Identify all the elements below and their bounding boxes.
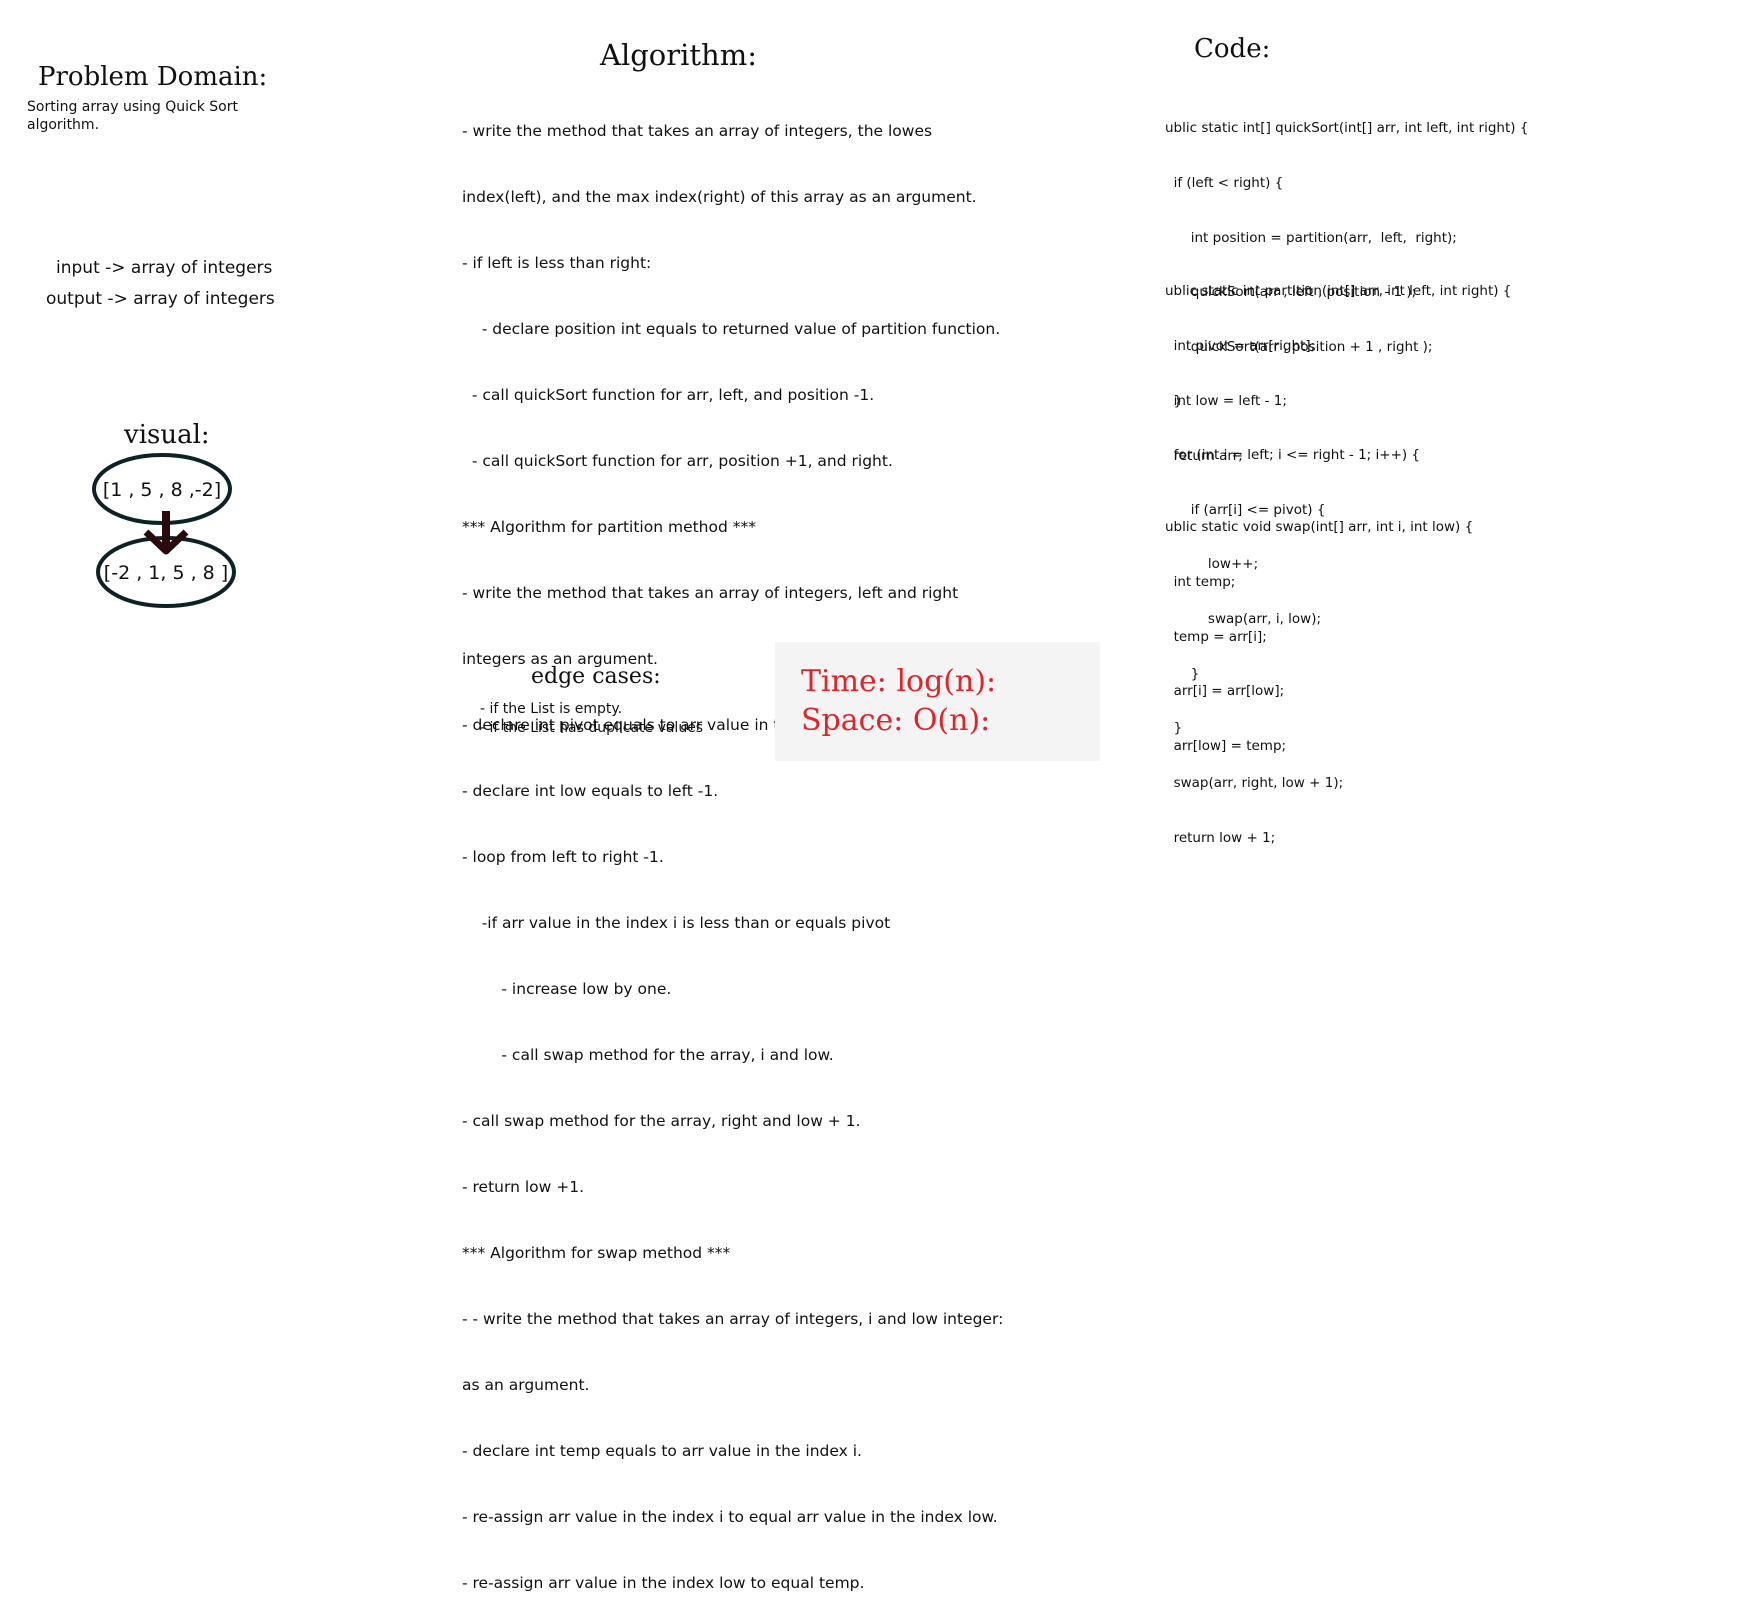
algorithm-line: - increase low by one. xyxy=(462,980,672,998)
code-line: ublic static int[] quickSort(int[] arr, … xyxy=(1165,120,1529,137)
algorithm-title: Algorithm: xyxy=(600,38,757,72)
code-line: int temp; xyxy=(1165,574,1236,591)
algorithm-line: *** Algorithm for partition method *** xyxy=(462,518,757,536)
edge-cases-title: edge cases: xyxy=(531,664,661,689)
algorithm-line: - write the method that takes an array o… xyxy=(462,122,933,140)
description-line: algorithm. xyxy=(27,117,100,133)
down-arrow-icon xyxy=(143,511,189,555)
algorithm-line: - - write the method that takes an array… xyxy=(462,1310,1004,1328)
algorithm-line: - declare int temp equals to arr value i… xyxy=(462,1442,862,1460)
algorithm-line: - loop from left to right -1. xyxy=(462,848,664,866)
edge-case-item: - if the List has duplicate values xyxy=(480,720,704,736)
algorithm-line: -if arr value in the index i is less tha… xyxy=(462,914,891,932)
code-line: ublic static int partition(int[] arr, in… xyxy=(1165,283,1512,300)
code-line: arr[low] = temp; xyxy=(1165,737,1287,754)
algorithm-line: index(left), and the max index(right) of… xyxy=(462,188,977,206)
input-description: input -> array of integers xyxy=(56,258,273,278)
algorithm-line: - if left is less than right: xyxy=(462,254,652,272)
code-line: if (left < right) { xyxy=(1165,175,1284,192)
algorithm-steps: - write the method that takes an array o… xyxy=(462,76,1003,1616)
code-line: return low + 1; xyxy=(1165,829,1276,846)
time-complexity: Time: log(n): xyxy=(801,664,997,699)
algorithm-line: *** Algorithm for swap method *** xyxy=(462,1244,731,1262)
after-array: [-2 , 1, 5 , 8 ] xyxy=(104,562,228,584)
algorithm-line: - call swap method for the array, i and … xyxy=(462,1046,834,1064)
algorithm-line: - declare int low equals to left -1. xyxy=(462,782,719,800)
canvas: { "problem_domain": { "title": "Problem … xyxy=(0,0,1753,1592)
output-description: output -> array of integers xyxy=(46,289,275,309)
code-line: int low = left - 1; xyxy=(1165,392,1287,409)
problem-domain-description: Sorting array using Quick Sort algorithm… xyxy=(27,98,238,134)
description-line: Sorting array using Quick Sort xyxy=(27,99,238,115)
code-line: temp = arr[i]; xyxy=(1165,628,1267,645)
edge-cases-list: - if the List is empty. - if the List ha… xyxy=(480,700,703,738)
algorithm-line: - re-assign arr value in the index i to … xyxy=(462,1508,998,1526)
algorithm-line: - call quickSort function for arr, posit… xyxy=(462,452,893,470)
visual-diagram: [1 , 5 , 8 ,-2] [-2 , 1, 5 , 8 ] xyxy=(92,453,236,608)
algorithm-line: - call quickSort function for arr, left,… xyxy=(462,386,875,404)
space-complexity: Space: O(n): xyxy=(801,703,991,738)
algorithm-line: - call swap method for the array, right … xyxy=(462,1112,861,1130)
code-line: for (int i = left; i <= right - 1; i++) … xyxy=(1165,447,1421,464)
algorithm-line: - declare position int equals to returne… xyxy=(462,320,1001,338)
before-array: [1 , 5 , 8 ,-2] xyxy=(103,479,221,501)
code-line: int pivot = arr[right]; xyxy=(1165,338,1316,355)
code-block-swap: ublic static void swap(int[] arr, int i,… xyxy=(1165,482,1473,773)
problem-domain-title: Problem Domain: xyxy=(38,62,268,92)
code-title: Code: xyxy=(1194,34,1271,64)
algorithm-line: - return low +1. xyxy=(462,1178,585,1196)
algorithm-line: as an argument. xyxy=(462,1376,590,1394)
edge-case-item: - if the List is empty. xyxy=(480,701,623,717)
visual-title: visual: xyxy=(124,420,210,450)
complexity-box: Time: log(n): Space: O(n): xyxy=(775,642,1100,761)
code-line: swap(arr, right, low + 1); xyxy=(1165,774,1344,791)
code-line: ublic static void swap(int[] arr, int i,… xyxy=(1165,519,1474,536)
algorithm-line: - write the method that takes an array o… xyxy=(462,584,959,602)
algorithm-line: - re-assign arr value in the index low t… xyxy=(462,1574,865,1592)
code-line: int position = partition(arr, left, righ… xyxy=(1165,229,1457,246)
code-line: arr[i] = arr[low]; xyxy=(1165,683,1285,700)
